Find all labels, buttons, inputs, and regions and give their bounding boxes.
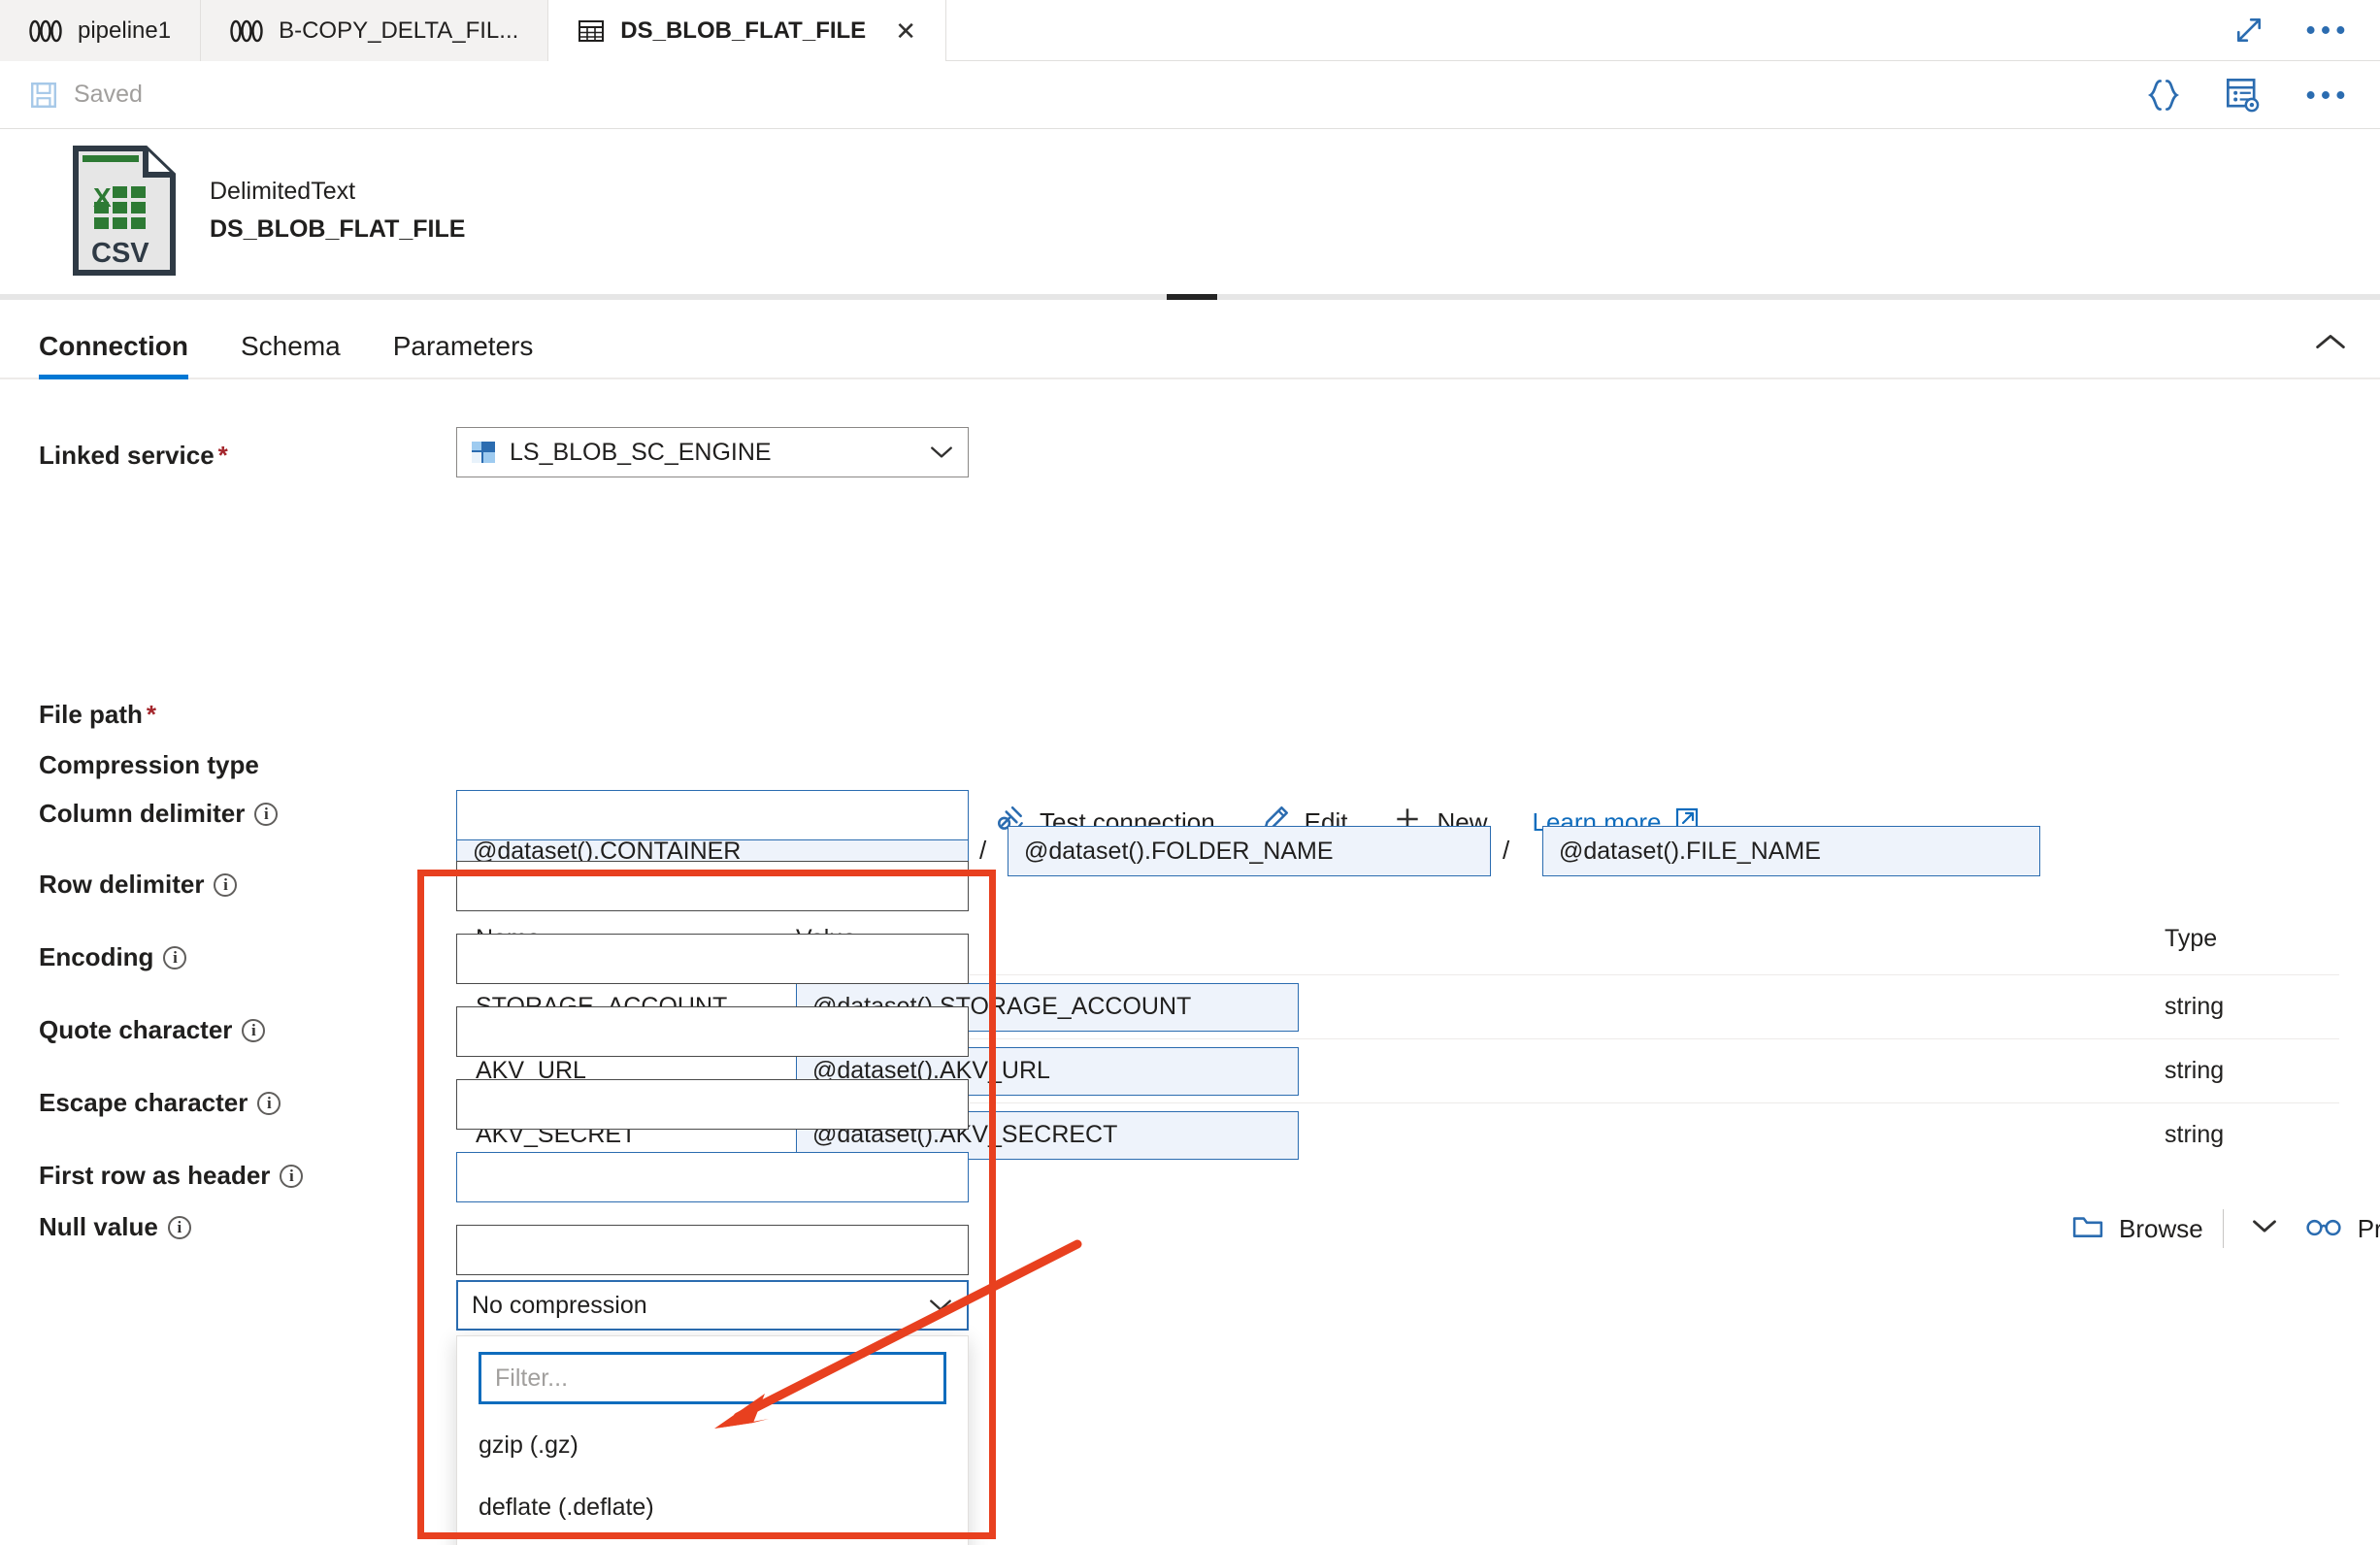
column-delimiter-label: Column delimiteri xyxy=(39,799,278,829)
row-delimiter-input[interactable] xyxy=(456,861,969,911)
glasses-preview-icon xyxy=(2305,1214,2342,1244)
column-header-value: Value xyxy=(796,925,2165,953)
save-status-label: Saved xyxy=(74,81,143,109)
dataset-type-label: DelimitedText xyxy=(210,178,465,206)
info-icon[interactable]: i xyxy=(163,946,186,970)
file-path-label: File path* xyxy=(39,700,156,730)
encoding-label: Encodingi xyxy=(39,942,186,972)
linked-service-value: LS_BLOB_SC_ENGINE xyxy=(510,439,772,467)
dropdown-option-deflate[interactable]: deflate (.deflate) xyxy=(457,1476,968,1538)
encoding-input[interactable] xyxy=(456,934,969,984)
tab-strip-filler xyxy=(946,0,2201,61)
null-value-label: Null valuei xyxy=(39,1212,191,1242)
info-icon[interactable]: i xyxy=(214,873,237,897)
blob-storage-icon xyxy=(471,440,496,465)
path-separator: / xyxy=(979,836,986,866)
compression-type-value: No compression xyxy=(472,1292,647,1320)
tab-parameters-label: Parameters xyxy=(393,331,534,361)
property-type: string xyxy=(2165,1057,2339,1085)
info-icon[interactable]: i xyxy=(242,1019,265,1042)
connection-form: Linked service* LS_BLOB_SC_ENGINE xyxy=(0,379,2380,1545)
pane-tab-bar: Connection Schema Parameters xyxy=(0,300,2380,379)
close-icon[interactable]: ✕ xyxy=(895,18,916,44)
editor-tab-label: pipeline1 xyxy=(78,17,171,45)
preview-data-button[interactable]: Pre xyxy=(2305,1214,2380,1244)
dropdown-option-zipdeflate[interactable]: ZipDeflate (.zip) xyxy=(457,1538,968,1545)
compression-type-dropdown[interactable]: No compression xyxy=(456,1280,969,1331)
folder-icon xyxy=(2072,1212,2103,1246)
editor-tab-strip: pipeline1 B-COPY_DELTA_FIL... xyxy=(0,0,2380,61)
property-type: string xyxy=(2165,1121,2339,1149)
dataset-header-text: DelimitedText DS_BLOB_FLAT_FILE xyxy=(210,178,465,244)
linked-service-label: Linked service* xyxy=(39,441,228,471)
properties-icon[interactable] xyxy=(2225,77,2262,114)
file-path-file-input[interactable]: @dataset().FILE_NAME xyxy=(1542,826,2040,876)
compression-type-dropdown-menu: gzip (.gz) deflate (.deflate) ZipDeflate… xyxy=(456,1335,969,1545)
more-icon[interactable] xyxy=(2304,23,2347,37)
preview-label: Pre xyxy=(2358,1214,2380,1244)
info-icon[interactable]: i xyxy=(280,1165,303,1188)
dropdown-option-gzip[interactable]: gzip (.gz) xyxy=(457,1414,968,1476)
required-marker: * xyxy=(147,700,156,729)
dataset-name-label: DS_BLOB_FLAT_FILE xyxy=(210,215,465,244)
chevron-down-icon[interactable] xyxy=(2243,1218,2286,1239)
save-icon xyxy=(29,81,58,110)
editor-tab-ds-blob-flat-file[interactable]: DS_BLOB_FLAT_FILE ✕ xyxy=(548,0,946,61)
quote-character-input[interactable] xyxy=(456,1006,969,1057)
divider xyxy=(2223,1209,2224,1248)
save-status-group: Saved xyxy=(0,81,143,110)
expand-icon[interactable] xyxy=(2234,16,2264,45)
code-braces-icon[interactable] xyxy=(2145,77,2182,114)
dropdown-filter-input[interactable] xyxy=(479,1352,946,1404)
column-header-type: Type xyxy=(2165,925,2339,953)
quote-character-label: Quote characteri xyxy=(39,1015,265,1045)
editor-tab-label: DS_BLOB_FLAT_FILE xyxy=(620,17,866,45)
chevron-down-icon xyxy=(929,439,954,467)
column-delimiter-input[interactable] xyxy=(456,790,969,840)
window-actions xyxy=(2201,0,2380,61)
editor-tab-label: B-COPY_DELTA_FIL... xyxy=(279,17,518,45)
escape-character-input[interactable] xyxy=(456,1079,969,1130)
file-path-folder-input[interactable]: @dataset().FOLDER_NAME xyxy=(1008,826,1491,876)
table-icon xyxy=(578,17,605,45)
tab-schema[interactable]: Schema xyxy=(241,331,341,378)
first-row-as-header-label: First row as headeri xyxy=(39,1161,303,1191)
row-delimiter-label: Row delimiteri xyxy=(39,870,237,900)
csv-file-icon: X CSV xyxy=(72,146,177,276)
dataset-editor-page: pipeline1 B-COPY_DELTA_FIL... xyxy=(0,0,2380,1545)
required-marker: * xyxy=(218,441,228,470)
tab-connection[interactable]: Connection xyxy=(39,331,188,378)
tab-parameters[interactable]: Parameters xyxy=(393,331,534,378)
more-icon[interactable] xyxy=(2304,88,2347,102)
csv-icon-label: CSV xyxy=(91,238,149,269)
browse-button[interactable]: Browse xyxy=(2072,1212,2203,1246)
dataset-header: X CSV DelimitedText DS_BLOB_FLAT_FILE xyxy=(0,130,2380,290)
first-row-as-header-input[interactable] xyxy=(456,1152,969,1202)
info-icon[interactable]: i xyxy=(168,1216,191,1239)
command-bar-actions xyxy=(2145,77,2380,114)
path-separator: / xyxy=(1503,836,1509,866)
pipeline-icon xyxy=(29,19,62,43)
tab-schema-label: Schema xyxy=(241,331,341,361)
tab-connection-label: Connection xyxy=(39,331,188,361)
chevron-down-icon xyxy=(928,1292,953,1320)
pipeline-icon xyxy=(230,19,263,43)
browse-label: Browse xyxy=(2119,1214,2203,1244)
linked-service-dropdown[interactable]: LS_BLOB_SC_ENGINE xyxy=(456,427,969,477)
property-type: string xyxy=(2165,993,2339,1021)
info-icon[interactable]: i xyxy=(257,1092,281,1115)
escape-character-label: Escape characteri xyxy=(39,1088,281,1118)
null-value-input[interactable] xyxy=(456,1225,969,1275)
file-path-actions: Browse Pre xyxy=(2072,1209,2380,1248)
info-icon[interactable]: i xyxy=(254,803,278,826)
chevron-up-icon[interactable] xyxy=(2314,332,2347,356)
compression-type-label: Compression type xyxy=(39,750,259,780)
editor-tab-b-copy-delta-file[interactable]: B-COPY_DELTA_FIL... xyxy=(201,0,548,61)
command-bar: Saved xyxy=(0,61,2380,129)
editor-tab-pipeline1[interactable]: pipeline1 xyxy=(0,0,201,61)
